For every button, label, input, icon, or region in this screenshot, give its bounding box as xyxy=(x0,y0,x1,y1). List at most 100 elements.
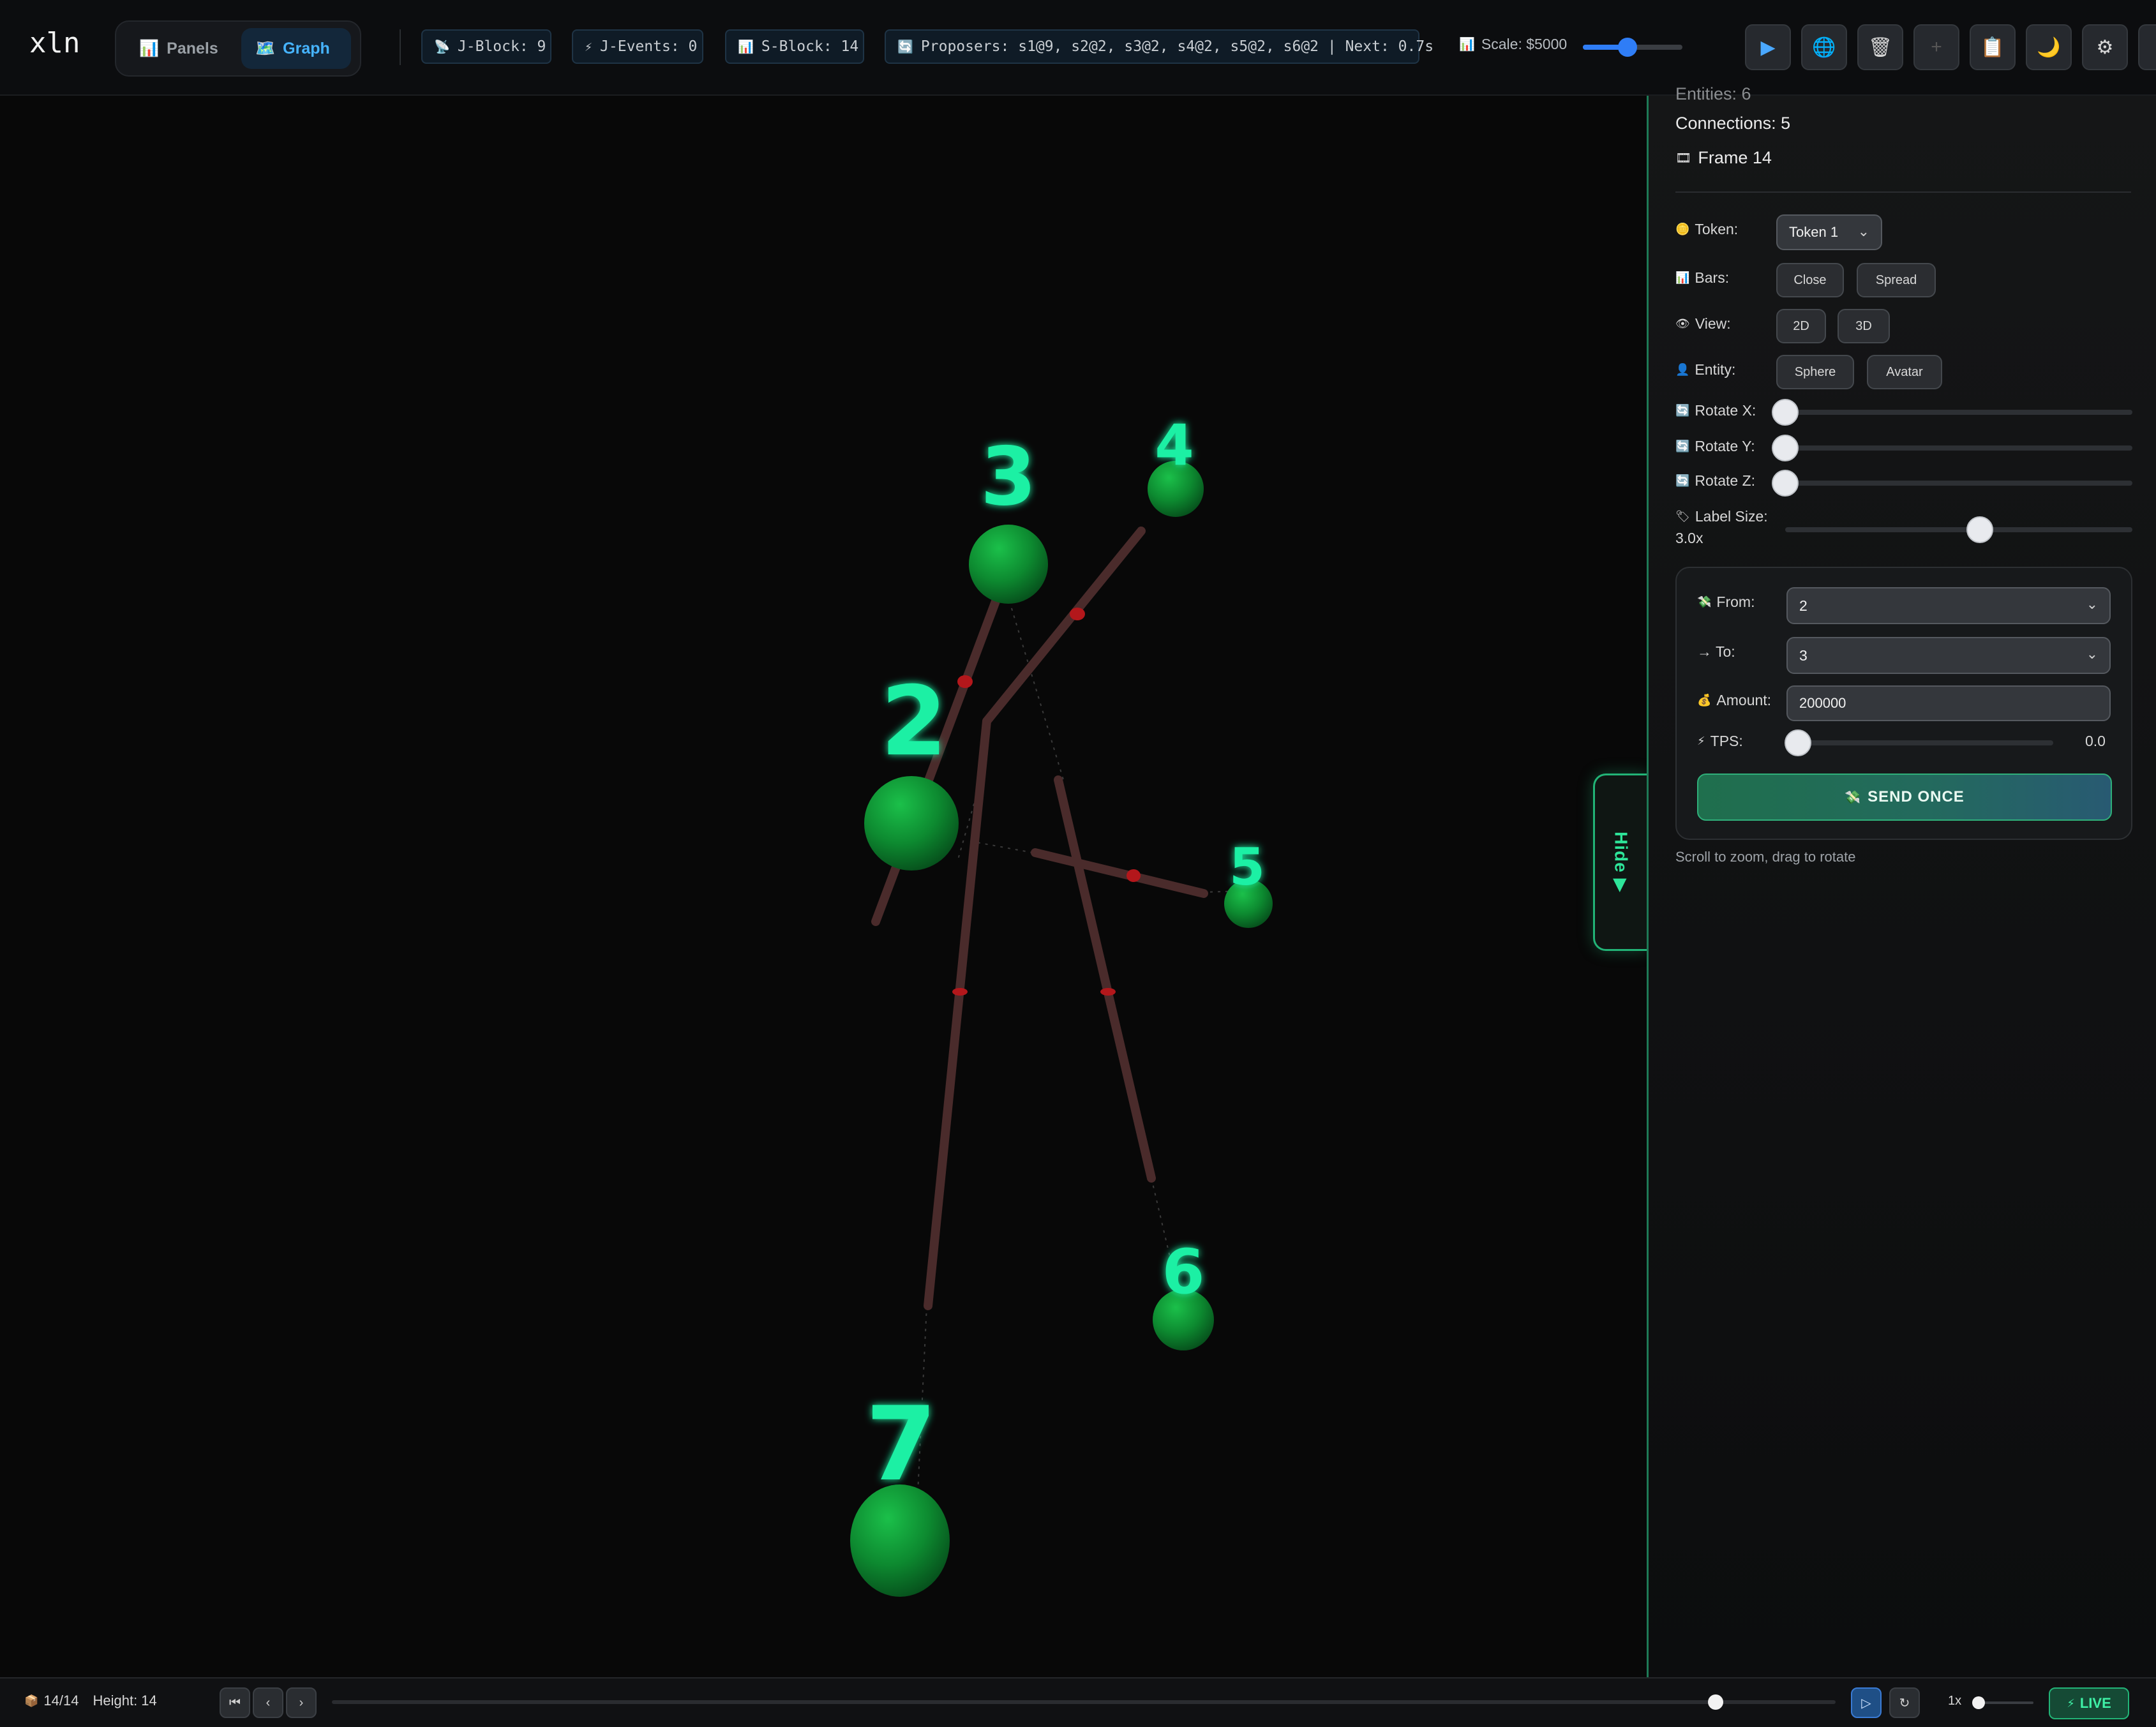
entity-node-4[interactable]: 4 xyxy=(1148,412,1204,517)
to-select-value: 3 xyxy=(1799,647,1808,664)
send-once-label: SEND ONCE xyxy=(1868,788,1965,805)
frame-counter: 📦 14/14 Height: 14 xyxy=(24,1693,157,1709)
payment-card: 💸 From: 2 ⌄ → To: 3 ⌄ 💰 Amount: 200000 ⚡… xyxy=(1675,567,2132,840)
edge-marker xyxy=(1100,988,1116,996)
timeline-knob[interactable] xyxy=(1707,1694,1723,1710)
bars-close-label: Close xyxy=(1793,273,1827,287)
rotate-x-knob[interactable] xyxy=(1772,399,1799,426)
globe-button[interactable]: 🌐 xyxy=(1801,24,1847,70)
token-label-row: 🪙 Token: xyxy=(1675,221,1738,238)
rotate-y-label: Rotate Y: xyxy=(1695,438,1755,454)
bars-close-button[interactable]: Close xyxy=(1776,263,1844,297)
entity-sphere[interactable] xyxy=(864,776,959,871)
play-button[interactable]: ▶ xyxy=(1745,24,1791,70)
label-size-row: 🏷 Label Size: xyxy=(1675,508,1768,525)
film-icon: 🎞 xyxy=(1675,151,1692,165)
s-block-text: S-Block: 14 xyxy=(761,38,859,55)
edge-3-6[interactable] xyxy=(1054,775,1156,1183)
loop-icon: ↻ xyxy=(1899,1696,1910,1710)
entity-label-row: 👤 Entity: xyxy=(1675,361,1735,378)
label-size-knob[interactable] xyxy=(1966,516,1993,543)
overflow-button[interactable] xyxy=(2138,24,2156,70)
edge-2-5[interactable] xyxy=(1031,848,1208,898)
money-bag-icon: 💰 xyxy=(1697,694,1712,706)
clear-button[interactable]: 🗑 xyxy=(1857,24,1903,70)
entity-node-6[interactable]: 6 xyxy=(1153,1236,1214,1350)
send-once-button[interactable]: 💸 SEND ONCE xyxy=(1697,774,2112,821)
rotate-z-knob[interactable] xyxy=(1772,470,1799,497)
proposers-chip: 🔄 Proposers: s1@9, s2@2, s3@2, s4@2, s5@… xyxy=(885,29,1434,64)
eye-icon: 👁 xyxy=(1675,317,1690,330)
entity-node-2[interactable]: 2 xyxy=(864,666,959,871)
entity-node-5[interactable]: 5 xyxy=(1224,837,1273,928)
scale-slider[interactable] xyxy=(1583,38,1682,57)
graph-hint: Scroll to zoom, drag to rotate xyxy=(1675,849,1856,865)
guide-line xyxy=(969,841,1033,853)
controls-sidebar: Entities: 6 Connections: 5 🎞 Frame 14 🪙 … xyxy=(1647,84,2156,1677)
tps-slider[interactable] xyxy=(1785,729,2053,756)
bar-chart-icon: 📊 xyxy=(1675,271,1690,284)
to-label: → To: xyxy=(1697,643,1735,660)
entity-sphere-button[interactable]: Sphere xyxy=(1776,355,1854,389)
add-button[interactable]: + xyxy=(1913,24,1959,70)
clipboard-icon: 📋 xyxy=(1980,36,2005,58)
tab-panels-label: Panels xyxy=(167,39,218,57)
skip-back-icon: ⏮ xyxy=(229,1695,241,1710)
rotate-icon: 🔄 xyxy=(1675,474,1690,487)
loop-button[interactable]: ↻ xyxy=(1889,1687,1920,1718)
scale-slider-knob[interactable] xyxy=(1618,38,1638,57)
person-icon: 👤 xyxy=(1675,363,1690,376)
hide-panel-label: Hide ▶ xyxy=(1611,832,1631,893)
speed-knob[interactable] xyxy=(1972,1696,1985,1709)
label-size-label: Label Size: xyxy=(1695,508,1768,525)
step-back-button[interactable]: ‹ xyxy=(253,1687,283,1718)
tab-graph[interactable]: 🗺️ Graph xyxy=(241,28,351,69)
view-2d-button[interactable]: 2D xyxy=(1776,309,1826,343)
timeline-slider[interactable] xyxy=(332,1694,1836,1710)
entity-node-7[interactable]: 7 xyxy=(850,1384,950,1597)
play-pause-button[interactable]: ▷ xyxy=(1851,1687,1882,1718)
view-3d-button[interactable]: 3D xyxy=(1838,309,1890,343)
token-select-value: Token 1 xyxy=(1789,224,1839,240)
tab-panels[interactable]: 📊 Panels xyxy=(125,28,240,69)
entity-style-label: Entity: xyxy=(1695,361,1736,378)
label-size-slider[interactable] xyxy=(1785,516,2132,543)
jump-start-button[interactable]: ⏮ xyxy=(220,1687,250,1718)
entity-sphere[interactable] xyxy=(969,525,1048,604)
from-select[interactable]: 2 ⌄ xyxy=(1786,587,2111,624)
settings-button[interactable]: ⚙ xyxy=(2082,24,2128,70)
step-forward-button[interactable]: › xyxy=(286,1687,317,1718)
bolt-icon: ⚡ xyxy=(585,39,593,54)
amount-input-value: 200000 xyxy=(1799,695,1846,711)
hide-panel-button[interactable]: Hide ▶ xyxy=(1593,774,1647,951)
graph-canvas[interactable]: 2 3 4 5 6 7 xyxy=(0,96,1647,1677)
amount-input[interactable]: 200000 xyxy=(1786,685,2111,721)
entity-label: 5 xyxy=(1229,837,1265,897)
rotate-z-label: Rotate Z: xyxy=(1695,472,1756,489)
guide-lines xyxy=(916,593,1245,1520)
money-icon: 💸 xyxy=(1697,595,1712,608)
token-select[interactable]: Token 1 ⌄ xyxy=(1776,214,1882,250)
to-select[interactable]: 3 ⌄ xyxy=(1786,637,2111,674)
trash-icon: 🗑 xyxy=(1868,36,1893,58)
clipboard-button[interactable]: 📋 xyxy=(1970,24,2016,70)
entity-node-3[interactable]: 3 xyxy=(969,430,1048,604)
rotate-y-knob[interactable] xyxy=(1772,435,1799,461)
top-bar: xln 📊 Panels 🗺️ Graph 📡 J-Block: 9 ⚡ J-E… xyxy=(0,0,2156,96)
connections-count: Connections: 5 xyxy=(1675,114,1791,133)
speed-slider[interactable] xyxy=(1972,1696,2033,1709)
edges xyxy=(871,527,1208,1310)
rotate-y-slider[interactable] xyxy=(1772,435,2132,461)
globe-icon: 🌐 xyxy=(1812,36,1836,58)
amount-label-row: 💰 Amount: xyxy=(1697,692,1771,709)
live-label: LIVE xyxy=(2079,1695,2111,1711)
theme-button[interactable]: 🌙 xyxy=(2026,24,2072,70)
live-button[interactable]: ⚡ LIVE xyxy=(2049,1687,2129,1719)
entity-avatar-button[interactable]: Avatar xyxy=(1867,355,1942,389)
rotate-z-slider[interactable] xyxy=(1772,470,2132,497)
rotate-x-slider[interactable] xyxy=(1772,399,2132,426)
bars-spread-button[interactable]: Spread xyxy=(1857,263,1936,297)
height-text: Height: 14 xyxy=(93,1693,157,1708)
network-graph: 2 3 4 5 6 7 xyxy=(850,412,1273,1597)
tps-knob[interactable] xyxy=(1785,729,1811,756)
